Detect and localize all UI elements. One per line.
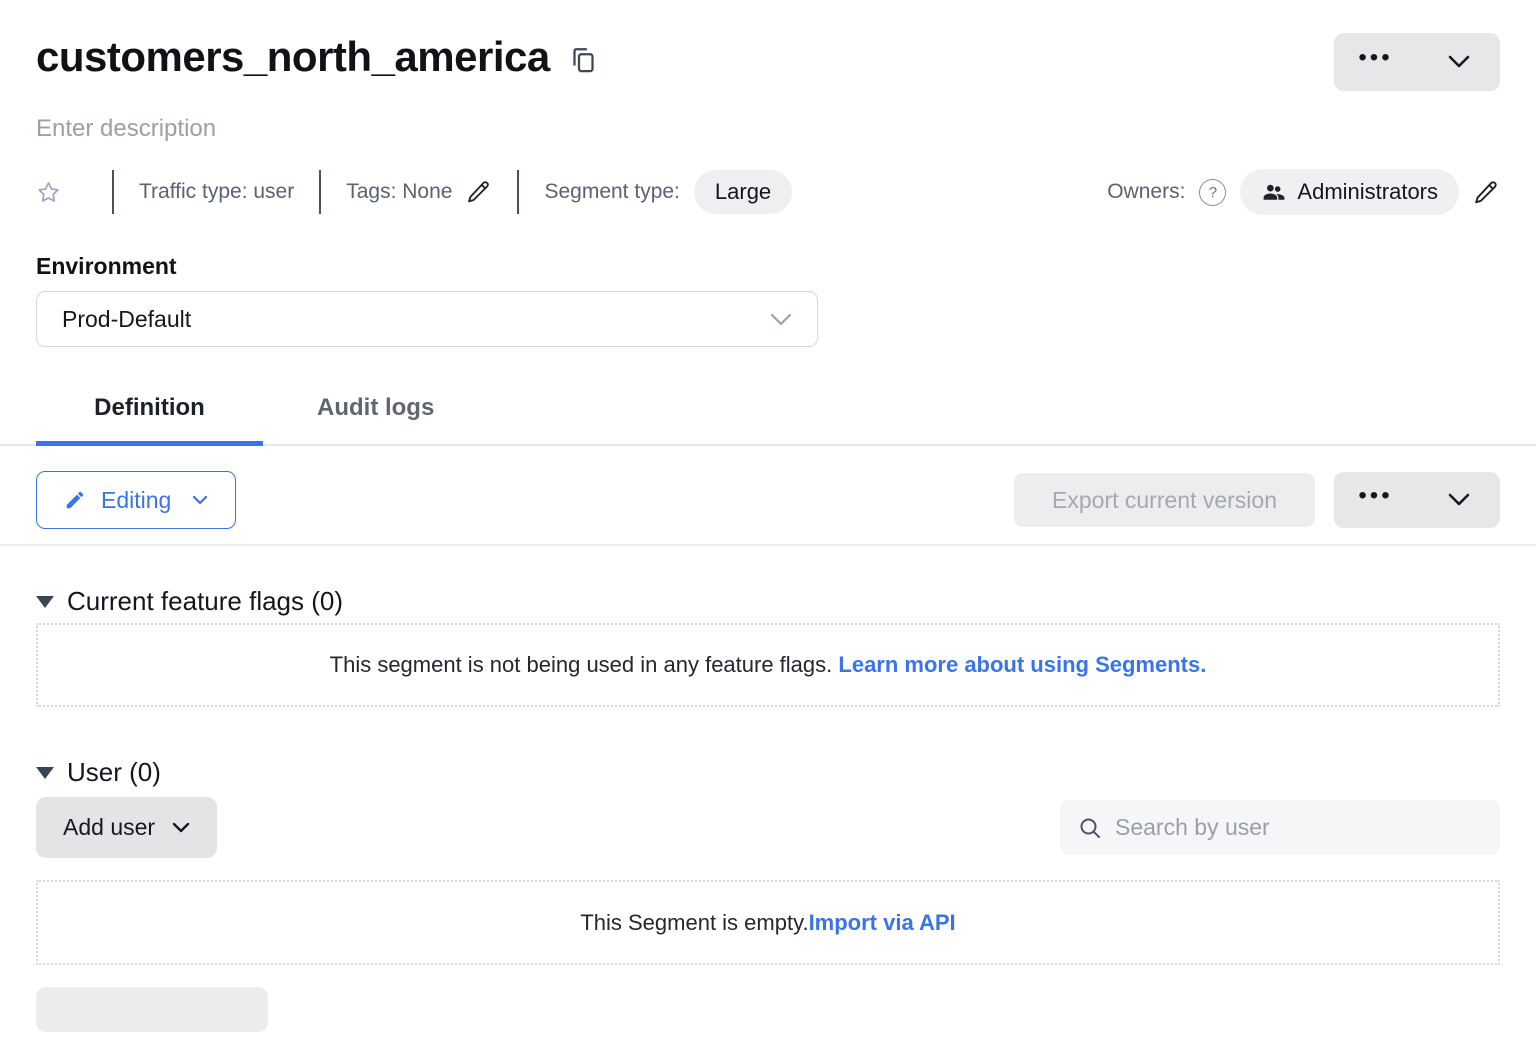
collapse-triangle-icon: [36, 596, 54, 608]
user-search-box: [1060, 800, 1500, 855]
owners-help-button[interactable]: ?: [1199, 179, 1226, 206]
environment-selected-value: Prod-Default: [62, 306, 191, 333]
user-section-header[interactable]: User (0): [36, 757, 1500, 788]
user-controls-row: Add user: [36, 797, 1500, 858]
environment-label: Environment: [36, 253, 1500, 280]
tab-definition-label: Definition: [94, 394, 205, 421]
copy-name-button[interactable]: [570, 46, 597, 76]
chevron-down-icon: [770, 313, 792, 326]
divider: [517, 170, 519, 214]
toolbar-more-chevron-button[interactable]: [1417, 472, 1500, 528]
feature-flags-empty-text: This segment is not being used in any fe…: [330, 652, 1207, 678]
user-empty-text: This Segment is empty.Import via API: [580, 910, 955, 936]
add-user-label: Add user: [63, 814, 155, 841]
feature-flags-empty-message: This segment is not being used in any fe…: [330, 652, 839, 677]
tab-audit-logs-label: Audit logs: [317, 394, 434, 421]
export-current-version-button[interactable]: Export current version: [1014, 473, 1315, 527]
page-header: customers_north_america •••: [36, 30, 1500, 91]
header-more-chevron-button[interactable]: [1417, 33, 1500, 91]
help-icon: ?: [1209, 184, 1217, 201]
tab-definition[interactable]: Definition: [36, 394, 263, 444]
copy-icon: [570, 46, 597, 76]
chevron-down-icon: [1448, 55, 1470, 69]
ellipsis-icon: •••: [1358, 484, 1392, 516]
traffic-type-label: Traffic type: user: [139, 180, 294, 204]
feature-flags-empty-state: This segment is not being used in any fe…: [36, 623, 1500, 707]
tab-bar: Definition Audit logs: [0, 394, 1536, 446]
tags-label: Tags: None: [346, 180, 452, 204]
owners-value: Administrators: [1297, 179, 1438, 205]
toolbar-right: Export current version •••: [1014, 472, 1500, 528]
cutoff-bottom-button[interactable]: [36, 987, 268, 1032]
title-wrap: customers_north_america: [36, 30, 597, 84]
page-title: customers_north_america: [36, 30, 550, 84]
search-icon: [1078, 816, 1102, 840]
toolbar-more-button[interactable]: •••: [1334, 472, 1417, 528]
owners-cluster: Owners: ? Administrators: [1107, 169, 1500, 215]
editing-label: Editing: [101, 487, 171, 514]
chevron-down-icon: [1448, 493, 1470, 507]
collapse-triangle-icon: [36, 767, 54, 779]
pencil-icon: [466, 179, 492, 205]
owners-label: Owners:: [1107, 180, 1185, 204]
user-search-input[interactable]: [1115, 814, 1482, 841]
user-section-title: User (0): [67, 757, 161, 788]
divider: [319, 170, 321, 214]
segment-type-label: Segment type:: [544, 180, 679, 204]
learn-more-link[interactable]: Learn more about using Segments.: [838, 652, 1206, 677]
chevron-down-icon: [192, 495, 208, 505]
group-icon: [1261, 180, 1286, 205]
definition-toolbar: Editing Export current version •••: [36, 471, 1500, 529]
feature-flags-section-header[interactable]: Current feature flags (0): [36, 586, 1500, 617]
toolbar-more-split-button: •••: [1334, 472, 1500, 528]
star-icon: [36, 180, 61, 205]
edit-tags-button[interactable]: [466, 179, 492, 205]
description-field[interactable]: Enter description: [36, 115, 1500, 143]
editing-mode-button[interactable]: Editing: [36, 471, 236, 529]
edit-owners-button[interactable]: [1473, 179, 1500, 206]
user-empty-state: This Segment is empty.Import via API: [36, 880, 1500, 965]
tab-audit-logs[interactable]: Audit logs: [299, 394, 454, 444]
ellipsis-icon: •••: [1358, 46, 1392, 78]
meta-row: Traffic type: user Tags: None Segment ty…: [36, 169, 1500, 215]
favorite-star-button[interactable]: [36, 180, 61, 205]
import-via-api-link[interactable]: Import via API: [809, 910, 956, 935]
environment-select[interactable]: Prod-Default: [36, 291, 818, 347]
divider: [112, 170, 114, 214]
feature-flags-section-title: Current feature flags (0): [67, 586, 343, 617]
active-tab-underline: [36, 441, 263, 446]
pencil-icon: [1473, 179, 1500, 206]
segment-type-badge[interactable]: Large: [694, 170, 792, 214]
owners-pill[interactable]: Administrators: [1240, 169, 1459, 215]
section-divider: [0, 544, 1536, 546]
chevron-down-icon: [172, 822, 190, 833]
segment-detail-page: customers_north_america ••• Ent: [0, 0, 1536, 1037]
header-more-button[interactable]: •••: [1334, 33, 1417, 91]
add-user-button[interactable]: Add user: [36, 797, 217, 858]
user-empty-message: This Segment is empty.: [580, 910, 808, 935]
header-more-split-button: •••: [1334, 33, 1500, 91]
pencil-icon: [64, 489, 86, 511]
